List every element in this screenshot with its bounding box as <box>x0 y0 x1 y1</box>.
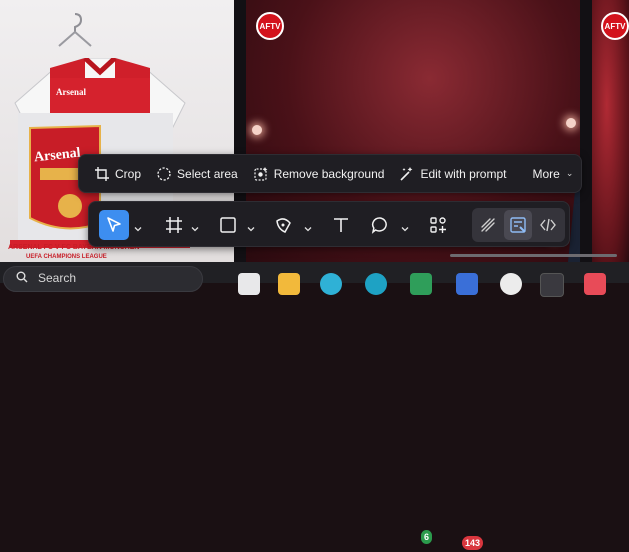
remove-background-button[interactable]: Remove background <box>248 160 391 188</box>
remove-background-icon <box>254 166 268 181</box>
afty-badge: AFTV <box>256 12 284 40</box>
edit-with-prompt-label: Edit with prompt <box>420 166 507 181</box>
chevron-down-icon[interactable] <box>191 220 199 232</box>
shape-tool-button[interactable] <box>213 210 243 240</box>
xbox-icon[interactable] <box>410 273 432 295</box>
chevron-down-icon[interactable] <box>134 220 142 232</box>
insert-tool-button[interactable] <box>423 210 453 240</box>
mode-toggle-group <box>472 208 565 242</box>
lasso-icon <box>157 166 171 181</box>
comment-tool-button[interactable] <box>365 210 395 240</box>
chevron-down-icon[interactable] <box>401 220 409 232</box>
mail-icon[interactable] <box>456 273 478 295</box>
draw-tool-button[interactable] <box>474 210 502 240</box>
cursor-icon <box>107 217 121 232</box>
rectangle-icon <box>220 217 236 233</box>
shapes-icon <box>430 217 446 233</box>
shirt-logo-text: Arsenal <box>56 87 86 97</box>
select-tool-button[interactable] <box>99 210 129 240</box>
remove-background-label: Remove background <box>273 166 385 181</box>
magic-wand-icon <box>400 166 413 181</box>
hanger-icon <box>58 13 92 47</box>
select-area-label: Select area <box>177 166 238 181</box>
taskbar: Search 6 143 <box>0 262 629 550</box>
search-icon <box>16 271 28 283</box>
speech-bubble-icon <box>371 217 387 234</box>
scribble-icon <box>481 218 495 232</box>
chevron-down-icon: ⌄ <box>565 168 574 178</box>
photo-right: AFTV <box>592 0 629 262</box>
more-label: More <box>532 166 560 181</box>
widget-icon[interactable] <box>182 530 204 552</box>
chevron-down-icon[interactable] <box>304 220 312 232</box>
photo-gap <box>580 0 592 262</box>
frame-icon <box>166 217 182 233</box>
scarf-text-2: UEFA CHAMPIONS LEAGUE <box>26 254 107 260</box>
folder-icon[interactable] <box>278 273 300 295</box>
pen-nib-icon <box>276 218 291 233</box>
image-actions-bar: Crop Select area Remove background Edit … <box>78 154 582 193</box>
crop-button[interactable]: Crop <box>89 160 147 188</box>
crop-label: Crop <box>115 166 142 181</box>
stadium-light <box>252 125 262 135</box>
highlighter-tool-button[interactable] <box>269 210 299 240</box>
crop-icon <box>95 166 109 181</box>
crop-tool-button[interactable] <box>159 210 189 240</box>
edge-icon[interactable] <box>320 273 342 295</box>
file-icon[interactable] <box>238 273 260 295</box>
text-tool-button[interactable] <box>326 210 356 240</box>
afty-badge: AFTV <box>601 12 629 40</box>
more-button[interactable]: More ⌄ <box>527 160 580 188</box>
chat-icon[interactable] <box>365 273 387 295</box>
text-icon <box>334 218 348 232</box>
app-icon[interactable] <box>584 273 606 295</box>
active-app-icon[interactable] <box>540 273 564 297</box>
chatgpt-icon[interactable] <box>500 273 522 295</box>
form-fill-icon <box>510 217 526 233</box>
notification-badge: 6 <box>421 530 433 544</box>
drawing-toolbar <box>88 201 570 247</box>
code-tool-button[interactable] <box>534 210 562 240</box>
fill-tool-button[interactable] <box>504 210 532 240</box>
mail-badge: 143 <box>462 536 484 550</box>
taskbar-search[interactable]: Search <box>3 266 203 292</box>
code-icon <box>540 218 556 232</box>
chevron-down-icon[interactable] <box>247 220 255 232</box>
select-area-button[interactable]: Select area <box>151 160 244 188</box>
edit-with-prompt-button[interactable]: Edit with prompt <box>394 160 512 188</box>
horizontal-scrollbar[interactable] <box>450 254 617 257</box>
